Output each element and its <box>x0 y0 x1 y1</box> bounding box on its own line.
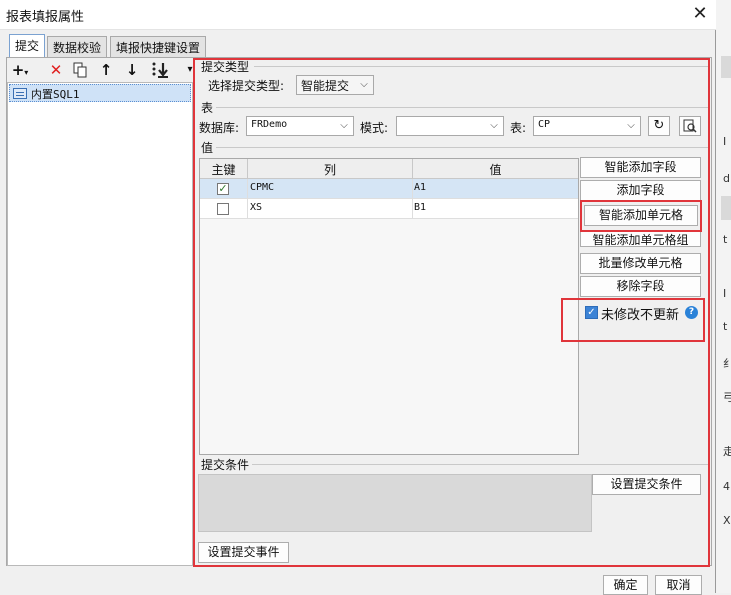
background-glyph: t <box>723 320 728 333</box>
tab-shortcut-settings[interactable]: 填报快捷键设置 <box>110 36 207 57</box>
background-toolbar-block <box>721 196 731 220</box>
copy-icon[interactable] <box>70 60 90 80</box>
list-item[interactable]: 内置SQL1 <box>9 84 191 102</box>
highlight-box-right-pane <box>193 58 710 567</box>
add-icon[interactable]: +▾ <box>10 60 30 80</box>
tab-label: 提交 <box>15 39 40 53</box>
tab-label: 填报快捷键设置 <box>116 41 201 55</box>
background-glyph: 走 <box>723 445 731 458</box>
background-glyph: 纟 <box>723 357 731 370</box>
background-glyph: d <box>723 172 730 185</box>
tab-data-validation[interactable]: 数据校验 <box>47 36 108 57</box>
dialog-window: 报表填报属性 ✕ 提交 数据校验 填报快捷键设置 +▾ ✕ ↑ ↓ ▾ 内置SQ… <box>0 0 716 595</box>
background-glyph: I <box>723 287 727 300</box>
left-toolbar: +▾ ✕ ↑ ↓ ▾ <box>8 60 193 82</box>
delete-icon[interactable]: ✕ <box>46 60 66 80</box>
background-toolbar-block <box>721 56 731 78</box>
tab-label: 数据校验 <box>53 41 102 55</box>
ok-button[interactable]: 确定 <box>603 575 648 595</box>
cancel-button[interactable]: 取消 <box>655 575 702 595</box>
background-glyph: t <box>723 233 728 246</box>
close-icon[interactable]: ✕ <box>689 3 711 25</box>
submit-item-list: 内置SQL1 <box>7 82 193 566</box>
tab-submit[interactable]: 提交 <box>9 34 46 58</box>
background-window-strip: I d t I t 纟 弓 走 4 X <box>714 0 731 593</box>
list-item-label: 内置SQL1 <box>31 88 80 101</box>
background-glyph: 弓 <box>723 391 731 404</box>
background-glyph: I <box>723 135 727 148</box>
background-glyph: X <box>723 514 731 527</box>
move-up-icon[interactable]: ↑ <box>96 60 116 80</box>
title-bar: 报表填报属性 ✕ <box>0 0 716 30</box>
move-to-bottom-icon[interactable] <box>150 60 170 80</box>
sql-table-icon <box>13 88 27 99</box>
background-glyph: 4 <box>723 480 730 493</box>
window-title: 报表填报属性 <box>6 10 85 25</box>
move-down-icon[interactable]: ↓ <box>122 60 142 80</box>
